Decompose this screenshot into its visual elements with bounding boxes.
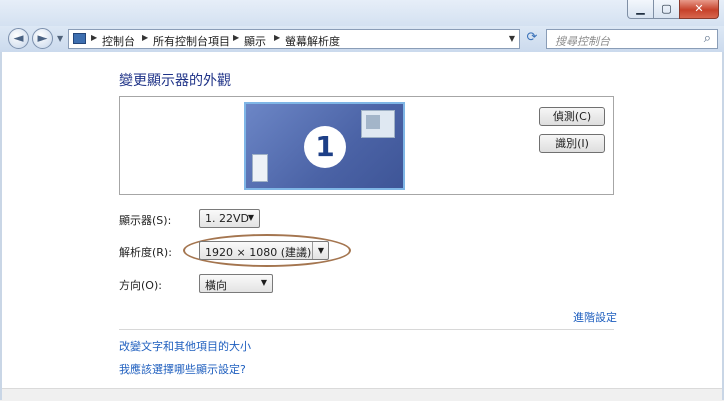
orientation-label: 方向(O): [119, 279, 162, 292]
display-label: 顯示器(S): [119, 214, 172, 227]
orientation-select[interactable]: 橫向 ▼ [199, 274, 273, 293]
close-icon: ✕ [694, 2, 704, 15]
search-placeholder: 搜尋控制台 [555, 35, 610, 48]
monitor-number: 1 [304, 126, 346, 168]
chevron-down-icon: ▼ [247, 213, 254, 222]
window-frame-left [0, 52, 2, 400]
chevron-down-icon: ▼ [260, 278, 267, 287]
address-dropdown-icon[interactable]: ▼ [509, 34, 515, 43]
identify-button[interactable]: 識別(I) [539, 134, 605, 153]
title-bar: ▁ ▢ ✕ [0, 0, 724, 26]
maximize-button[interactable]: ▢ [653, 0, 680, 19]
resolution-select[interactable]: 1920 × 1080 (建議) ▼ [199, 241, 329, 260]
advanced-settings-link[interactable]: 進階設定 [573, 309, 617, 325]
address-bar[interactable]: ▶ 控制台 ▶ 所有控制台項目 ▶ 顯示 ▶ 螢幕解析度 ▼ [68, 29, 520, 49]
search-input[interactable]: 搜尋控制台 ⌕ [546, 29, 718, 49]
divider [119, 329, 614, 330]
breadcrumb-all-items[interactable]: 所有控制台項目 [153, 33, 230, 49]
forward-button[interactable]: ► [32, 28, 53, 49]
text-size-link[interactable]: 改變文字和其他項目的大小 [119, 338, 251, 354]
breadcrumb-display[interactable]: 顯示 [244, 33, 266, 49]
close-button[interactable]: ✕ [679, 0, 719, 19]
orientation-value: 橫向 [205, 279, 227, 292]
minimize-button[interactable]: ▁ [627, 0, 654, 19]
window-icon [361, 110, 395, 138]
breadcrumb-separator-icon[interactable]: ▶ [91, 33, 97, 42]
detect-button[interactable]: 偵測(C) [539, 107, 605, 126]
refresh-icon[interactable]: ⟳ [522, 30, 542, 48]
page-title: 變更顯示器的外觀 [119, 73, 231, 89]
chevron-down-icon: ▼ [311, 242, 324, 259]
back-button[interactable]: ◄ [8, 28, 29, 49]
main-content: 變更顯示器的外觀 1 偵測(C) 識別(I) 顯示器(S): 1. 22VD ▼… [0, 52, 724, 401]
document-icon [252, 154, 268, 182]
button-bar [0, 388, 724, 401]
recent-pages-chevron-icon[interactable]: ▼ [57, 34, 63, 43]
search-icon[interactable]: ⌕ [704, 31, 711, 46]
back-arrow-icon: ◄ [13, 31, 24, 46]
breadcrumb-control-panel[interactable]: 控制台 [102, 33, 135, 49]
forward-arrow-icon: ► [37, 31, 48, 46]
minimize-icon: ▁ [636, 2, 645, 15]
breadcrumb-separator-icon[interactable]: ▶ [142, 33, 148, 42]
display-select[interactable]: 1. 22VD ▼ [199, 209, 260, 228]
monitor-thumbnail[interactable]: 1 [244, 102, 405, 190]
resolution-label: 解析度(R): [119, 246, 172, 259]
breadcrumb-separator-icon[interactable]: ▶ [274, 33, 280, 42]
resolution-value: 1920 × 1080 (建議) [205, 246, 312, 259]
breadcrumb-separator-icon[interactable]: ▶ [233, 33, 239, 42]
display-settings-help-link[interactable]: 我應該選擇哪些顯示設定? [119, 361, 246, 377]
display-value: 1. 22VD [205, 212, 249, 225]
breadcrumb-screen-resolution[interactable]: 螢幕解析度 [285, 33, 340, 49]
maximize-icon: ▢ [661, 2, 672, 15]
navigation-bar: ◄ ► ▼ ▶ 控制台 ▶ 所有控制台項目 ▶ 顯示 ▶ 螢幕解析度 ▼ ⟳ 搜… [0, 26, 724, 52]
control-panel-icon [73, 33, 86, 44]
